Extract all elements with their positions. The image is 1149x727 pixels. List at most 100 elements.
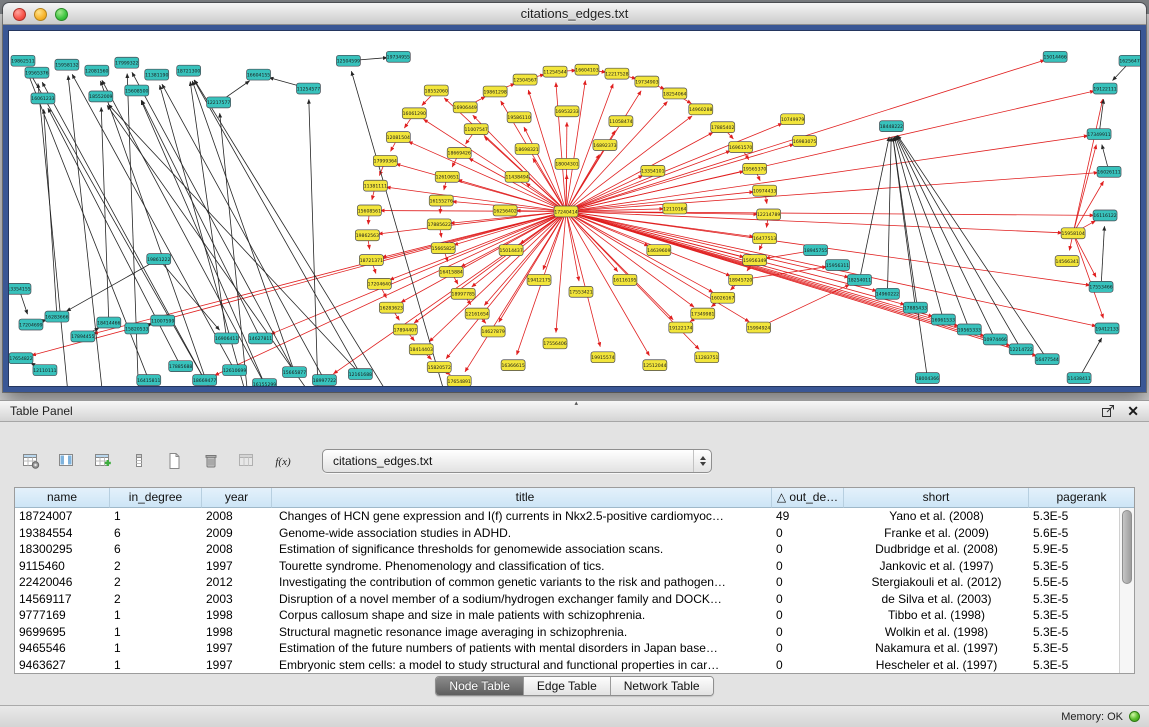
close-button[interactable] [13,8,26,21]
node[interactable]: 16604103 [575,64,599,75]
cell-name[interactable]: 14569117 [15,591,110,608]
node[interactable]: 15014466 [1043,51,1067,62]
edge[interactable] [1073,145,1096,234]
cell-in-degree[interactable]: 1 [110,508,202,525]
node[interactable]: 12110111 [33,365,57,376]
import-table-button[interactable] [232,448,261,474]
table-row[interactable]: 946554611997Estimation of the future num… [15,640,1119,657]
cell-pagerank[interactable]: 5.3E-5 [1029,558,1119,575]
cell-pagerank[interactable]: 5.3E-5 [1029,508,1119,525]
cell-pagerank[interactable]: 5.3E-5 [1029,624,1119,641]
node[interactable]: 13354101 [641,165,665,176]
cell-name[interactable]: 9465546 [15,640,110,657]
node[interactable]: 18669477 [193,375,217,386]
node[interactable]: 17999322 [115,57,139,68]
cell-short[interactable]: Jankovic et al. (1997) [844,558,1029,575]
node[interactable]: 18945755 [804,245,828,256]
column-header-pagerank[interactable]: pagerank [1029,488,1134,508]
edge[interactable] [401,211,566,302]
node[interactable]: 12610651 [435,171,459,182]
node[interactable]: 15608561 [357,205,381,216]
node[interactable]: 13354155 [8,283,31,294]
node[interactable]: 10749979 [781,114,805,125]
close-panel-icon[interactable]: ✕ [1127,404,1139,418]
cell-in-degree[interactable]: 2 [110,574,202,591]
node[interactable]: 16155299 [253,379,277,387]
cell-year[interactable]: 2012 [202,574,272,591]
create-column-button[interactable] [88,448,117,474]
node[interactable]: 11381111 [363,180,387,191]
node[interactable]: 12504567 [513,74,537,85]
node[interactable]: 17204640 [367,278,391,289]
edge[interactable] [271,211,566,334]
edge[interactable] [42,82,204,380]
node[interactable]: 12081560 [85,65,109,76]
edge[interactable] [192,81,294,372]
edge[interactable] [759,285,850,328]
edge[interactable] [566,144,794,211]
node[interactable]: 16256477 [1119,55,1141,66]
node[interactable]: 15956311 [826,260,850,271]
node[interactable]: 14639609 [647,245,671,256]
edge[interactable] [66,259,158,311]
node[interactable]: 12217528 [605,68,629,79]
node[interactable]: 15820533 [125,323,149,334]
table-row[interactable]: 2242004622012Investigating the contribut… [15,574,1119,591]
node[interactable]: 16116122 [1093,210,1117,221]
cell-out-degree[interactable]: 0 [772,558,844,575]
cell-pagerank[interactable]: 5.3E-5 [1029,591,1119,608]
table-row[interactable]: 1830029562008Estimation of significance … [15,541,1119,558]
node[interactable]: 16477513 [753,233,777,244]
new-document-button[interactable] [160,448,189,474]
node[interactable]: 15665825 [431,243,455,254]
cell-out-degree[interactable]: 0 [772,640,844,657]
node[interactable]: 12110164 [663,203,687,214]
cell-title[interactable]: Estimation of significance thresholds fo… [272,541,772,558]
node[interactable]: 17885402 [711,122,735,133]
node[interactable]: 19861298 [483,86,507,97]
cell-name[interactable]: 9699695 [15,624,110,641]
cell-short[interactable]: Nakamura et al. (1997) [844,640,1029,657]
node[interactable]: 17885622 [427,219,451,230]
node[interactable]: 17204699 [19,319,43,330]
cell-title[interactable]: Corpus callosum shape and size in male p… [272,607,772,624]
edge[interactable] [566,211,905,304]
table-row[interactable]: 977716911998Corpus callosum shape and si… [15,607,1119,624]
node[interactable]: 11254577 [296,83,320,94]
edge[interactable] [215,211,566,375]
node[interactable]: 19861222 [147,254,171,265]
node[interactable]: 12081504 [386,132,410,143]
node[interactable]: 12214789 [757,209,781,220]
node[interactable]: 15820572 [427,362,451,373]
node[interactable]: 18254011 [848,274,872,285]
node[interactable]: 16061233 [31,93,55,104]
cell-out-degree[interactable]: 0 [772,525,844,542]
network-selector[interactable]: citations_edges.txt [322,449,712,473]
edge[interactable] [566,211,749,321]
cell-out-degree[interactable]: 0 [772,607,844,624]
column-header-name[interactable]: name [15,488,110,508]
cell-pagerank[interactable]: 5.9E-5 [1029,541,1119,558]
node[interactable]: 18669426 [447,148,471,159]
node[interactable]: 15014437 [499,245,523,256]
cell-name[interactable]: 18724007 [15,508,110,525]
edge[interactable] [566,173,1098,212]
node[interactable]: 17349981 [691,308,715,319]
scrollbar-thumb[interactable] [1122,510,1132,584]
edge[interactable] [38,84,69,387]
node[interactable]: 12214722 [1009,344,1033,355]
table-row[interactable]: 911546021997Tourette syndrome. Phenomeno… [15,558,1119,575]
node[interactable]: 14566341 [1055,256,1079,267]
network-canvas[interactable]: 1724041418552060160612901208150417999364… [8,30,1141,387]
node[interactable]: 16961533 [931,314,955,325]
node[interactable]: 11007599 [151,315,175,326]
cell-in-degree[interactable]: 1 [110,657,202,674]
cell-short[interactable]: Dudbridge et al. (2008) [844,541,1029,558]
node[interactable]: 11438494 [505,171,529,182]
node[interactable]: 18552009 [89,91,113,102]
column-header-out-degree[interactable]: △ out_de… [772,488,844,508]
cell-title[interactable]: Estimation of the future numbers of pati… [272,640,772,657]
cell-pagerank[interactable]: 5.3E-5 [1029,640,1119,657]
vertical-scrollbar[interactable] [1119,508,1134,673]
edge[interactable] [859,137,889,280]
